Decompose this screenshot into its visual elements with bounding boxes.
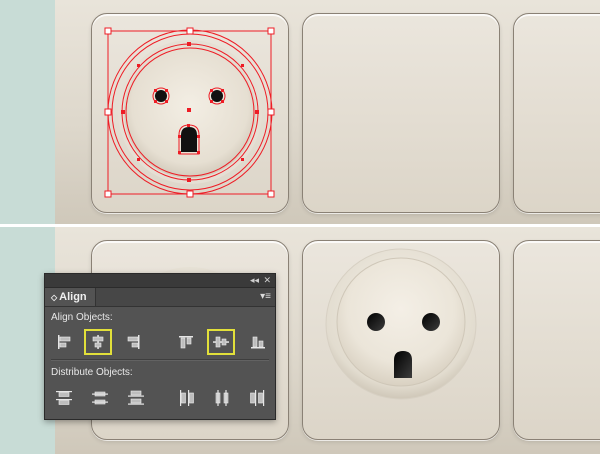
vertical-align-center-icon <box>213 336 229 348</box>
vertical-align-top-button[interactable] <box>173 330 199 354</box>
horizontal-align-right-button[interactable] <box>121 330 147 354</box>
vertical-align-bottom-icon <box>251 336 265 349</box>
align-objects-label: Align Objects: <box>51 312 113 323</box>
vertical-align-center-button[interactable] <box>207 329 235 355</box>
socket-face-selected[interactable] <box>55 0 600 224</box>
horizontal-distribute-center-icon <box>215 390 229 406</box>
panel-titlebar[interactable]: ◂◂ ✕ <box>45 274 275 288</box>
distribute-objects-label: Distribute Objects: <box>51 367 133 378</box>
horizontal-distribute-left-icon <box>180 390 194 406</box>
tab-toggle-icon[interactable]: ◇ <box>51 293 57 302</box>
align-panel[interactable]: ◂◂ ✕ ◇ Align ▾≡ Align Objects: Distribute… <box>44 273 276 420</box>
close-icon[interactable]: ✕ <box>263 274 271 286</box>
vertical-distribute-bottom-icon <box>128 390 144 405</box>
panel-menu-icon[interactable]: ▾≡ <box>260 291 271 303</box>
tab-align-label: Align <box>59 291 87 303</box>
vertical-distribute-top-button[interactable] <box>51 386 77 410</box>
collapse-arrows-icon[interactable]: ◂◂ <box>250 274 259 286</box>
vertical-align-top-icon <box>179 336 193 349</box>
horizontal-align-center-icon <box>92 335 104 349</box>
horizontal-align-left-icon <box>58 335 71 349</box>
horizontal-distribute-right-icon <box>250 390 265 406</box>
vertical-distribute-center-icon <box>92 391 108 405</box>
vertical-distribute-center-button[interactable] <box>87 386 113 410</box>
horizontal-align-center-button[interactable] <box>84 329 112 355</box>
horizontal-distribute-left-button[interactable] <box>173 386 199 410</box>
artboard-top <box>55 0 600 224</box>
horizontal-distribute-center-button[interactable] <box>209 386 235 410</box>
vertical-distribute-top-icon <box>56 391 72 405</box>
horizontal-align-left-button[interactable] <box>51 330 77 354</box>
horizontal-distribute-right-button[interactable] <box>245 386 271 410</box>
vertical-distribute-bottom-button[interactable] <box>123 386 149 410</box>
tab-align[interactable]: ◇ Align <box>45 288 96 306</box>
panel-tab-row: ◇ Align ▾≡ <box>45 288 275 307</box>
panel-separator <box>51 359 269 361</box>
vertical-align-bottom-button[interactable] <box>245 330 271 354</box>
horizontal-align-right-icon <box>127 335 140 349</box>
